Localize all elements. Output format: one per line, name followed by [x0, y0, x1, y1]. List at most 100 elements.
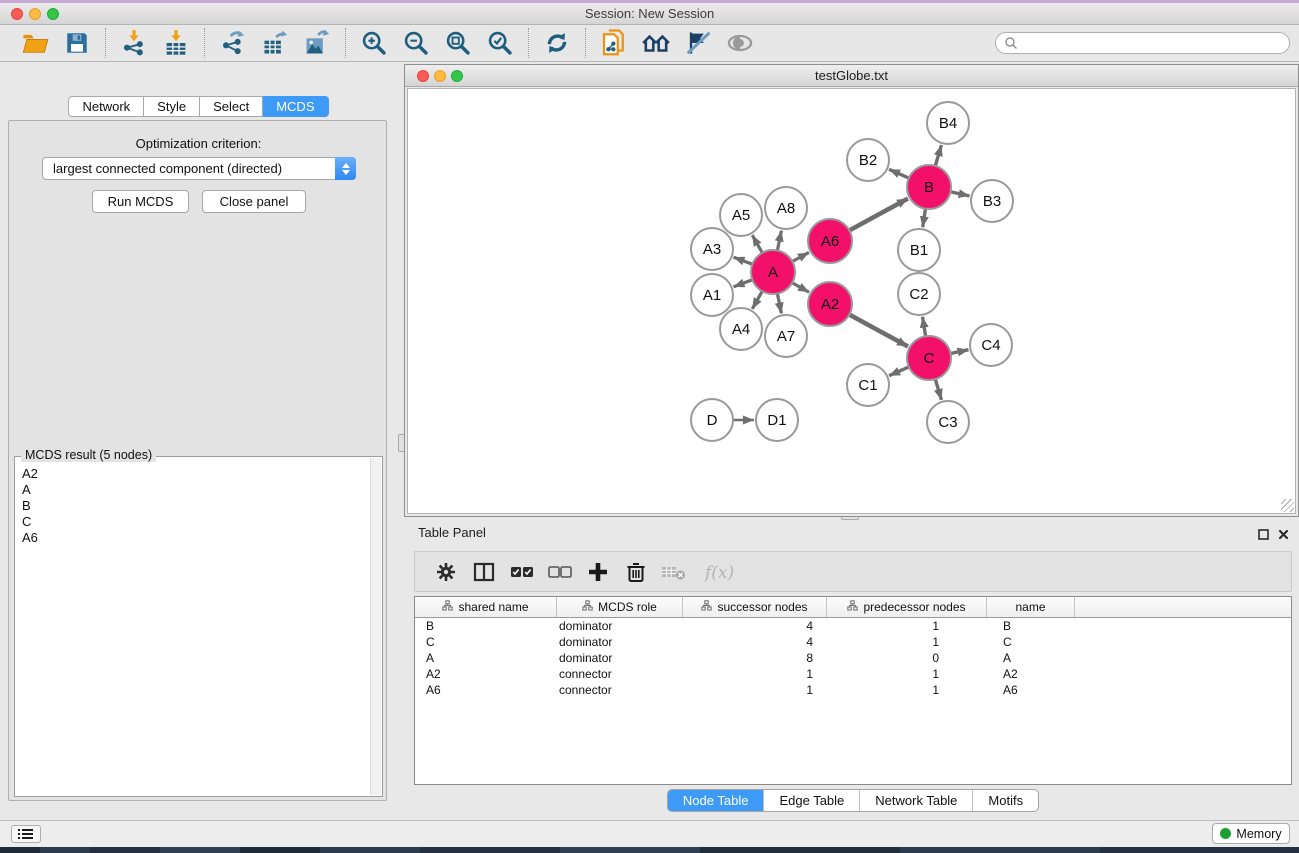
table-cell[interactable]: A6	[415, 682, 557, 698]
mcds-result-list[interactable]: A2ABCA6	[15, 460, 370, 796]
import-network-icon[interactable]	[119, 28, 149, 58]
zoom-in-icon[interactable]	[359, 28, 389, 58]
network-minimize-button[interactable]	[434, 70, 446, 82]
column-header[interactable]: shared name	[415, 597, 557, 617]
table-cell[interactable]: 8	[683, 650, 827, 666]
search-input[interactable]	[995, 32, 1290, 54]
list-item[interactable]: A	[22, 482, 370, 498]
zoom-selected-icon[interactable]	[485, 28, 515, 58]
table-cell[interactable]: dominator	[557, 650, 683, 666]
settings-icon[interactable]	[433, 559, 459, 585]
minimize-window-button[interactable]	[29, 8, 41, 20]
hide-selected-icon[interactable]	[683, 28, 713, 58]
table-cell[interactable]: dominator	[557, 618, 683, 634]
table-cell[interactable]: A	[415, 650, 557, 666]
table-cell[interactable]: dominator	[557, 634, 683, 650]
export-table-icon[interactable]	[260, 28, 290, 58]
table-cell[interactable]: 1	[827, 682, 987, 698]
tab-node-table[interactable]: Node Table	[668, 790, 765, 811]
export-network-icon[interactable]	[218, 28, 248, 58]
function-builder-icon[interactable]: f(x)	[699, 559, 743, 585]
refresh-icon[interactable]	[542, 28, 572, 58]
table-row[interactable]: A2connector11A2	[415, 666, 1291, 682]
table-cell[interactable]: A2	[987, 666, 1075, 682]
table-row[interactable]: Bdominator41B	[415, 618, 1291, 634]
graph-node-label: D1	[767, 412, 786, 429]
float-table-panel-icon[interactable]	[1258, 527, 1269, 538]
list-item[interactable]: C	[22, 514, 370, 530]
table-cell[interactable]: connector	[557, 682, 683, 698]
deselect-all-icon[interactable]	[547, 559, 573, 585]
table-cell[interactable]: B	[415, 618, 557, 634]
import-table-icon[interactable]	[161, 28, 191, 58]
column-header[interactable]: name	[987, 597, 1075, 617]
close-panel-button[interactable]: Close panel	[202, 190, 306, 213]
tab-motifs[interactable]: Motifs	[973, 790, 1038, 811]
table-cell[interactable]: C	[415, 634, 557, 650]
result-scrollbar[interactable]	[370, 458, 381, 795]
tab-select[interactable]: Select	[200, 96, 263, 117]
table-cell[interactable]: 1	[827, 666, 987, 682]
tab-mcds[interactable]: MCDS	[263, 96, 328, 117]
tab-network[interactable]: Network	[68, 96, 144, 117]
table-row[interactable]: Cdominator41C	[415, 634, 1291, 650]
export-image-icon[interactable]	[302, 28, 332, 58]
table-cell[interactable]: 1	[683, 666, 827, 682]
table-cell[interactable]: 1	[827, 634, 987, 650]
table-cell[interactable]: connector	[557, 666, 683, 682]
network-canvas[interactable]: B4B2BB3A8A5A6A3B1AC2A1A2A4A7C4CC1DD1C3	[407, 88, 1296, 514]
table-cell[interactable]: 4	[683, 618, 827, 634]
graph-node-label: C4	[981, 337, 1000, 354]
graph-node-label: B4	[939, 115, 957, 132]
network-from-selection-icon[interactable]	[599, 28, 629, 58]
table-cell[interactable]: A6	[987, 682, 1075, 698]
table-cell[interactable]: A2	[415, 666, 557, 682]
column-header[interactable]: MCDS role	[557, 597, 683, 617]
show-all-icon[interactable]	[725, 28, 755, 58]
list-item[interactable]: B	[22, 498, 370, 514]
network-close-button[interactable]	[417, 70, 429, 82]
close-table-panel-icon[interactable]	[1278, 527, 1289, 538]
network-zoom-button[interactable]	[451, 70, 463, 82]
table-cell[interactable]: B	[987, 618, 1075, 634]
zoom-out-icon[interactable]	[401, 28, 431, 58]
list-item[interactable]: A6	[22, 530, 370, 546]
apply-layout-icon[interactable]	[641, 28, 671, 58]
save-session-icon[interactable]	[62, 28, 92, 58]
toolbar-separator	[105, 28, 106, 58]
memory-button[interactable]: Memory	[1212, 823, 1290, 844]
destroy-table-icon[interactable]	[661, 559, 687, 585]
zoom-fit-icon[interactable]	[443, 28, 473, 58]
toolbar-separator	[204, 28, 205, 58]
window-resize-grip[interactable]	[1281, 499, 1294, 512]
table-cell[interactable]: 0	[827, 650, 987, 666]
table-row[interactable]: A6connector11A6	[415, 682, 1291, 698]
tab-network-table[interactable]: Network Table	[860, 790, 973, 811]
run-mcds-button[interactable]: Run MCDS	[92, 190, 189, 213]
graph-node-label: A5	[732, 207, 750, 224]
table-cell[interactable]: C	[987, 634, 1075, 650]
add-column-icon[interactable]	[585, 559, 611, 585]
table-cell[interactable]: 4	[683, 634, 827, 650]
column-header[interactable]: successor nodes	[683, 597, 827, 617]
delete-columns-icon[interactable]	[623, 559, 649, 585]
column-header[interactable]: predecessor nodes	[827, 597, 987, 617]
table-cell[interactable]: 1	[683, 682, 827, 698]
status-bar	[0, 820, 1299, 847]
table-cell[interactable]: 1	[827, 618, 987, 634]
table-header-row: shared nameMCDS rolesuccessor nodesprede…	[415, 597, 1291, 618]
graph-node-label: A7	[777, 328, 795, 345]
task-history-button[interactable]	[11, 825, 41, 843]
select-all-icon[interactable]	[509, 559, 535, 585]
criterion-dropdown[interactable]: largest connected component (directed)	[42, 157, 356, 180]
table-cell[interactable]: A	[987, 650, 1075, 666]
zoom-window-button[interactable]	[47, 8, 59, 20]
network-window-titlebar: testGlobe.txt	[405, 65, 1298, 87]
tab-style[interactable]: Style	[144, 96, 200, 117]
table-row[interactable]: Adominator80A	[415, 650, 1291, 666]
tab-edge-table[interactable]: Edge Table	[764, 790, 860, 811]
open-session-icon[interactable]	[20, 28, 50, 58]
list-item[interactable]: A2	[22, 466, 370, 482]
split-columns-icon[interactable]	[471, 559, 497, 585]
close-window-button[interactable]	[11, 8, 23, 20]
